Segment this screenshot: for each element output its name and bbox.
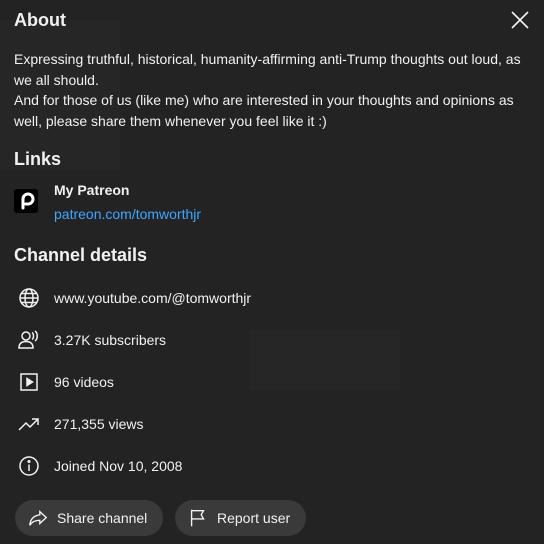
subscribers-icon [17, 328, 41, 352]
close-icon[interactable] [508, 8, 532, 32]
patreon-link[interactable]: patreon.com/tomworthjr [54, 206, 201, 222]
joined-date: Joined Nov 10, 2008 [54, 458, 183, 474]
report-user-button[interactable]: Report user [175, 500, 307, 536]
video-count: 96 videos [54, 374, 114, 390]
backdrop-shade [250, 330, 400, 390]
globe-icon [17, 286, 41, 310]
channel-description: Expressing truthful, historical, humanit… [14, 49, 534, 131]
description-line: And for those of us (like me) who are in… [14, 92, 514, 129]
dialog-title: About [14, 10, 66, 30]
info-icon [17, 454, 41, 478]
link-title: My Patreon [54, 182, 130, 198]
subscriber-count: 3.27K subscribers [54, 332, 167, 348]
flag-icon [190, 509, 205, 527]
channel-url[interactable]: www.youtube.com/@tomworthjr [54, 290, 251, 306]
links-heading: Links [14, 149, 62, 169]
trending-icon [17, 412, 41, 436]
video-icon [17, 370, 41, 394]
share-icon [29, 510, 48, 526]
patreon-icon [14, 189, 38, 213]
description-line: Expressing truthful, historical, humanit… [14, 51, 521, 88]
channel-details-heading: Channel details [14, 245, 148, 265]
view-count: 271,355 views [54, 416, 144, 432]
report-user-label: Report user [217, 510, 291, 526]
about-dialog: About Expressing truthful, historical, h… [0, 0, 544, 544]
share-channel-button[interactable]: Share channel [15, 500, 164, 536]
share-channel-label: Share channel [57, 510, 148, 526]
